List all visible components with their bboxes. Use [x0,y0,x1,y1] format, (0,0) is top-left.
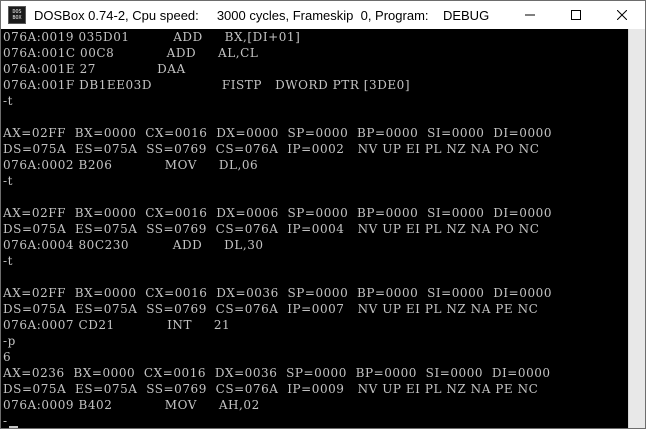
terminal-line-text: 076A:001E 27 DAA [3,62,186,76]
terminal-line-text: 076A:0007 CD21 INT 21 [3,318,231,332]
dosbox-app-icon[interactable]: DOS BOX [8,6,26,24]
terminal-line-text: 076A:0002 B206 MOV DL,06 [3,158,259,172]
terminal-line: DS=075A ES=075A SS=0769 CS=076A IP=0002 … [3,141,626,157]
terminal-line: -p [3,333,626,349]
terminal-line: AX=02FF BX=0000 CX=0016 DX=0000 SP=0000 … [3,125,626,141]
terminal-line: DS=075A ES=075A SS=0769 CS=076A IP=0007 … [3,301,626,317]
terminal-line: 076A:0002 B206 MOV DL,06 [3,157,626,173]
terminal-line: 076A:0019 035D01 ADD BX,[DI+01] [3,29,626,45]
terminal-line-text: -t [3,174,13,188]
terminal-line-text: 076A:0019 035D01 ADD BX,[DI+01] [3,30,301,44]
terminal-line-text: - [3,414,8,428]
terminal-line-text: -t [3,254,13,268]
terminal-line-text: AX=0236 BX=0000 CX=0016 DX=0036 SP=0000 … [3,366,551,380]
terminal-line: DS=075A ES=075A SS=0769 CS=076A IP=0009 … [3,381,626,397]
terminal-line-text: DS=075A ES=075A SS=0769 CS=076A IP=0009 … [3,382,539,396]
text-cursor [8,426,18,428]
icon-text-bottom: BOX [12,15,22,21]
terminal-line-text: -p [3,334,16,348]
close-icon [617,10,627,20]
terminal-line-text: 076A:001C 00C8 ADD AL,CL [3,46,259,60]
minimize-button[interactable] [507,1,553,29]
terminal-line: AX=02FF BX=0000 CX=0016 DX=0006 SP=0000 … [3,205,626,221]
terminal-line: 076A:001E 27 DAA [3,61,626,77]
terminal-output: 076A:0019 035D01 ADD BX,[DI+01] 076A:001C… [3,29,626,428]
terminal-line: 076A:001C 00C8 ADD AL,CL [3,45,626,61]
maximize-icon [571,10,581,20]
terminal-line-text: DS=075A ES=075A SS=0769 CS=076A IP=0004 … [3,222,540,236]
terminal-line-text: -t [3,94,13,108]
command-prompt: - [3,413,626,428]
terminal-line-text: AX=02FF BX=0000 CX=0016 DX=0000 SP=0000 … [3,126,553,140]
window-title: DOSBox 0.74-2, Cpu speed: 3000 cycles, F… [34,7,490,23]
minimize-icon [525,14,535,16]
terminal-line: AX=02FF BX=0000 CX=0016 DX=0036 SP=0000 … [3,285,626,301]
terminal-line: DS=075A ES=075A SS=0769 CS=076A IP=0004 … [3,221,626,237]
terminal-line-text: 076A:001F DB1EE03D FISTP DWORD PTR [3DE0… [3,78,411,92]
terminal-line-text: AX=02FF BX=0000 CX=0016 DX=0006 SP=0000 … [3,206,553,220]
terminal-line: 6 [3,349,626,365]
terminal-line-text: 6 [3,350,12,364]
terminal-line-text: AX=02FF BX=0000 CX=0016 DX=0036 SP=0000 … [3,286,553,300]
dosbox-window: DOS BOX DOSBox 0.74-2, Cpu speed: 3000 c… [0,0,646,429]
title-bar[interactable]: DOS BOX DOSBox 0.74-2, Cpu speed: 3000 c… [1,1,645,29]
terminal-line-text: DS=075A ES=075A SS=0769 CS=076A IP=0002 … [3,142,540,156]
close-button[interactable] [599,1,645,29]
terminal-line: 076A:001F DB1EE03D FISTP DWORD PTR [3DE0… [3,77,626,93]
maximize-button[interactable] [553,1,599,29]
terminal-line-text: 076A:0004 80C230 ADD DL,30 [3,238,264,252]
vertical-scrollbar[interactable] [628,29,645,428]
terminal-line: -t [3,93,626,109]
terminal-line: -t [3,173,626,189]
terminal-line: 076A:0007 CD21 INT 21 [3,317,626,333]
terminal-line: -t [3,253,626,269]
dos-terminal[interactable]: 076A:0019 035D01 ADD BX,[DI+01] 076A:001C… [1,29,645,428]
terminal-line-text: 076A:0009 B402 MOV AH,02 [3,398,260,412]
terminal-line-text: DS=075A ES=075A SS=0769 CS=076A IP=0007 … [3,302,539,316]
terminal-line: 076A:0009 B402 MOV AH,02 [3,397,626,413]
window-controls [507,1,645,29]
terminal-line: AX=0236 BX=0000 CX=0016 DX=0036 SP=0000 … [3,365,626,381]
terminal-line: 076A:0004 80C230 ADD DL,30 [3,237,626,253]
